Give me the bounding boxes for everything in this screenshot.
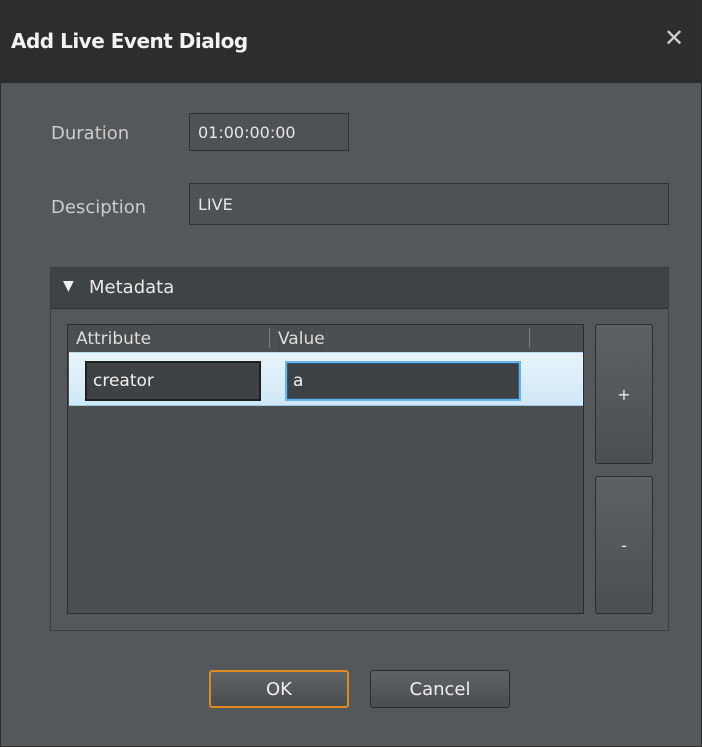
attribute-cell-input[interactable]: [85, 361, 261, 401]
metadata-group: ▼ Metadata Attribute Value + -: [50, 267, 669, 631]
cancel-button[interactable]: Cancel: [370, 670, 510, 708]
metadata-table: Attribute Value: [67, 324, 584, 614]
description-field[interactable]: [189, 183, 669, 225]
ok-button[interactable]: OK: [209, 670, 349, 708]
duration-field[interactable]: [189, 113, 349, 151]
remove-row-button[interactable]: -: [595, 476, 653, 614]
column-header-attribute[interactable]: Attribute: [76, 325, 152, 351]
add-row-button[interactable]: +: [595, 324, 653, 464]
column-separator[interactable]: [269, 328, 270, 348]
close-icon[interactable]: ✕: [661, 25, 687, 51]
column-header-value[interactable]: Value: [278, 325, 325, 351]
metadata-title: Metadata: [89, 277, 175, 298]
duration-label: Duration: [51, 123, 130, 144]
dialog-title: Add Live Event Dialog: [11, 29, 248, 53]
metadata-header[interactable]: ▼ Metadata: [51, 268, 668, 309]
table-row[interactable]: [69, 352, 583, 406]
description-label: Desciption: [51, 197, 147, 218]
triangle-down-icon: ▼: [63, 278, 74, 294]
add-live-event-dialog: Add Live Event Dialog ✕ Duration Descipt…: [0, 0, 702, 747]
column-separator[interactable]: [529, 328, 530, 348]
dialog-titlebar: Add Live Event Dialog ✕: [1, 1, 701, 83]
value-cell-input[interactable]: [285, 361, 521, 401]
